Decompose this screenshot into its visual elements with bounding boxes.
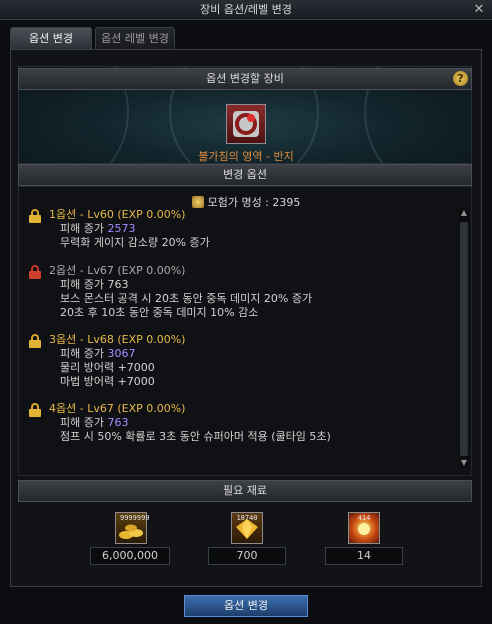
lock-open-icon[interactable] xyxy=(29,334,41,348)
materials-section-header: 필요 재료 xyxy=(18,480,472,502)
ring-icon xyxy=(233,111,259,137)
scroll-up-icon[interactable]: ▲ xyxy=(459,208,469,218)
options-section-header: 변경 옵션 xyxy=(18,164,472,186)
option-title: 1옵션 - Lv60 (EXP 0.00%) xyxy=(49,208,186,221)
damage-value: 3067 xyxy=(107,347,136,360)
option-row-1[interactable]: 1옵션 - Lv60 (EXP 0.00%) 피해 증가 2573 무력화 게이… xyxy=(29,208,450,249)
materials-section-title: 필요 재료 xyxy=(223,484,267,497)
option-damage: 피해 증가 763 xyxy=(60,416,128,429)
tab-option-level-change[interactable]: 옵션 레벨 변경 xyxy=(95,27,175,49)
lock-open-icon[interactable] xyxy=(29,403,41,417)
material-badge: 9999999 xyxy=(120,514,150,522)
option-row-4[interactable]: 4옵션 - Lv67 (EXP 0.00%) 피해 증가 763 점프 시 50… xyxy=(29,402,450,444)
damage-label: 피해 증가 xyxy=(60,347,104,360)
window-titlebar: 장비 옵션/레벨 변경 ✕ xyxy=(0,0,492,20)
option-title: 4옵션 - Lv67 (EXP 0.00%) xyxy=(49,402,186,415)
option-damage: 피해 증가 3067 xyxy=(60,347,135,360)
help-icon[interactable]: ? xyxy=(453,71,468,86)
damage-value: 2573 xyxy=(107,222,136,235)
option-effect: 점프 시 50% 확률로 3초 동안 슈퍼아머 적용 (쿨타임 5초) xyxy=(60,430,331,443)
fame-icon xyxy=(191,196,204,208)
damage-value: 763 xyxy=(107,416,129,429)
equip-section-header: 옵션 변경할 장비 ? xyxy=(18,68,472,90)
damage-label: 피해 증가 xyxy=(60,278,104,291)
lock-closed-icon[interactable] xyxy=(29,265,41,279)
damage-label: 피해 증가 xyxy=(60,416,104,429)
scroll-down-icon[interactable]: ▼ xyxy=(459,458,469,468)
lock-open-icon[interactable] xyxy=(29,209,41,223)
option-title: 3옵션 - Lv68 (EXP 0.00%) xyxy=(49,333,186,346)
option-row-2[interactable]: 2옵션 - Lv67 (EXP 0.00%) 피해 증가 763 보스 몬스터 … xyxy=(29,264,450,320)
material-count: 14 xyxy=(325,547,403,565)
equip-section-title: 옵션 변경할 장비 xyxy=(206,72,284,85)
option-row-3[interactable]: 3옵션 - Lv68 (EXP 0.00%) 피해 증가 3067 물리 방어력… xyxy=(29,333,450,389)
equipment-name: 불가침의 영역 - 반지 xyxy=(198,150,294,163)
damage-label: 피해 증가 xyxy=(60,222,104,235)
tab-bar: 옵션 변경 옵션 레벨 변경 xyxy=(10,27,175,49)
close-icon[interactable]: ✕ xyxy=(472,3,486,17)
option-damage: 피해 증가 2573 xyxy=(60,222,135,235)
damage-value: 763 xyxy=(107,278,129,291)
option-effect: 보스 몬스터 공격 시 20초 동안 중독 데미지 20% 증가 xyxy=(60,292,313,305)
option-effect: 마법 방어력 +7000 xyxy=(60,375,155,388)
material-count: 6,000,000 xyxy=(90,547,170,565)
options-section-title: 변경 옵션 xyxy=(223,168,267,181)
option-title: 2옵션 - Lv67 (EXP 0.00%) xyxy=(49,264,186,277)
equipment-slot[interactable] xyxy=(226,104,266,144)
option-effect: 20초 후 10초 동안 중독 데미지 10% 감소 xyxy=(60,306,259,319)
option-effect: 무력화 게이지 감소량 20% 증가 xyxy=(60,236,210,249)
scroll-thumb[interactable] xyxy=(460,222,468,456)
tab-option-change[interactable]: 옵션 변경 xyxy=(10,27,92,49)
material-badge: 414 xyxy=(357,514,371,522)
window-title: 장비 옵션/레벨 변경 xyxy=(200,3,292,16)
option-damage: 피해 증가 763 xyxy=(60,278,128,291)
option-effect: 물리 방어력 +7000 xyxy=(60,361,155,374)
material-badge: 18740 xyxy=(236,514,258,522)
material-count: 700 xyxy=(208,547,286,565)
option-change-button[interactable]: 옵션 변경 xyxy=(184,595,308,617)
